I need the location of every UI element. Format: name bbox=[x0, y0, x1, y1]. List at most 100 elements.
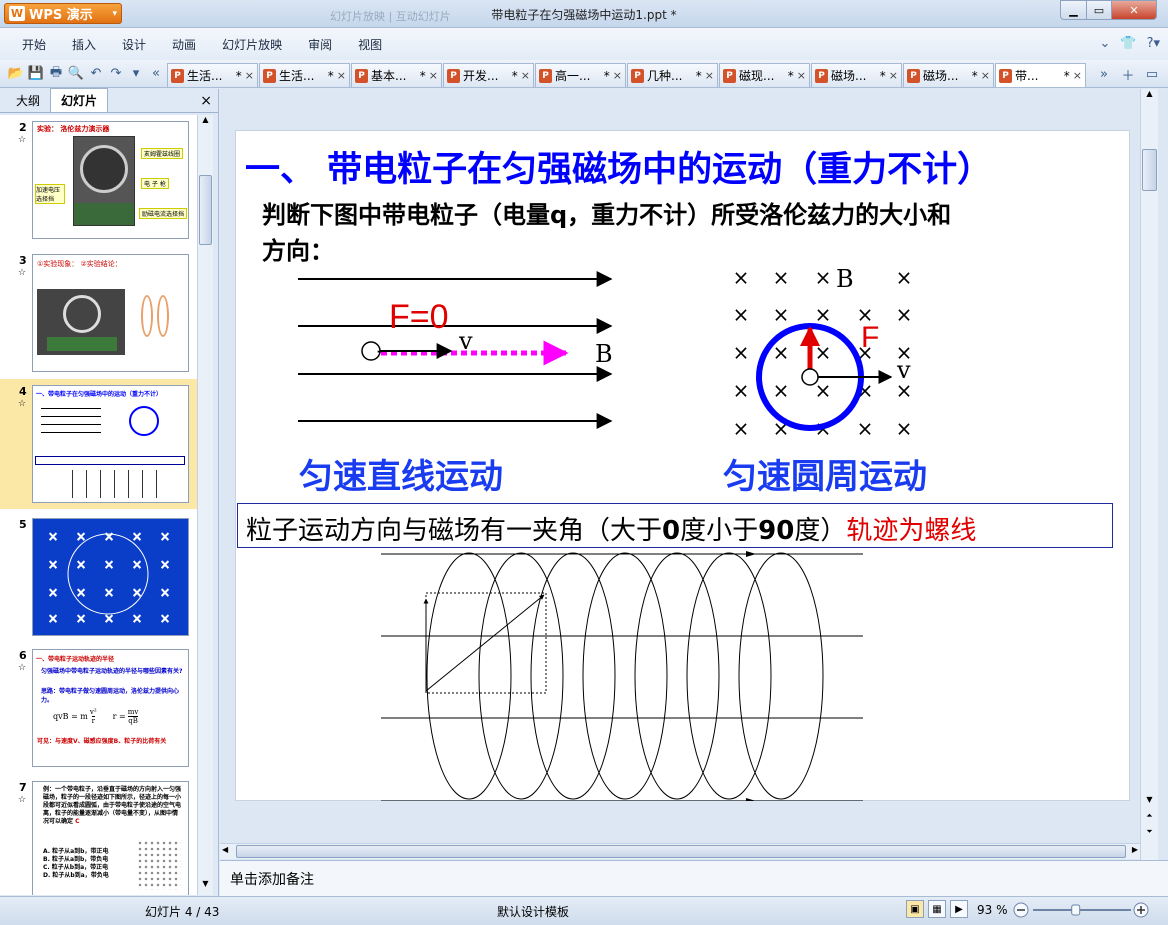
maximize-button[interactable]: ▭ bbox=[1086, 0, 1112, 20]
new-tab-icon[interactable]: ＋ bbox=[1118, 64, 1138, 84]
tab-outline[interactable]: 大纲 bbox=[6, 89, 50, 112]
thumbnail-row-2[interactable]: 2 ☆ 实验： 洛伦兹力演示器 亥姆霍兹线圈 电 子 枪 加速电压选择挡 励磁电… bbox=[0, 115, 197, 245]
close-tab-icon[interactable]: × bbox=[705, 69, 714, 82]
print-preview-icon[interactable]: 🔍 bbox=[66, 64, 86, 84]
minimize-button[interactable]: ▁ bbox=[1060, 0, 1087, 20]
tabs-right-icon[interactable]: » bbox=[1094, 64, 1114, 84]
thumbnail-row-4[interactable]: 4 ☆ 一、带电粒子在匀强磁场中的运动（重力不计） bbox=[0, 379, 197, 509]
slide-sorter-icon[interactable]: ▦ bbox=[928, 900, 946, 918]
slide-thumbnail[interactable]: 实验： 洛伦兹力演示器 亥姆霍兹线圈 电 子 枪 加速电压选择挡 励磁电流选择挡 bbox=[32, 121, 189, 239]
menu-home[interactable]: 开始 bbox=[0, 36, 59, 53]
open-icon[interactable]: 📂 bbox=[6, 64, 26, 84]
animation-star-icon: ☆ bbox=[18, 268, 27, 278]
thumbnail-row-5[interactable]: 5 × × × × × × × × × × × × × × × × × × × × bbox=[0, 512, 197, 642]
scroll-thumb[interactable] bbox=[236, 845, 1126, 858]
close-tab-icon[interactable]: × bbox=[797, 69, 806, 82]
close-panel-icon[interactable]: × bbox=[200, 93, 212, 109]
ppt-file-icon: P bbox=[999, 68, 1012, 83]
collapse-ribbon-icon[interactable]: ⌄ bbox=[1099, 36, 1110, 51]
slide-thumbnail[interactable]: ①实验现象： ②实验结论： bbox=[32, 254, 189, 372]
scroll-down-icon[interactable]: ▼ bbox=[1141, 795, 1158, 809]
option-c: C. 粒子从b到a，带正电 bbox=[43, 864, 109, 871]
document-tab[interactable]: P 磁场... * × bbox=[903, 63, 994, 87]
question-line-2[interactable]: 方向： bbox=[262, 231, 334, 266]
close-tab-icon[interactable]: × bbox=[613, 69, 622, 82]
field-crosses: × × × ×× × × × ×× × × × ×× × × × ×× × × × × bbox=[733, 266, 913, 440]
zoom-slider[interactable] bbox=[1013, 901, 1151, 919]
scroll-left-icon[interactable]: ◀ bbox=[222, 845, 228, 854]
slide-thumbnail[interactable]: 一、带电粒子在匀强磁场中的运动（重力不计） bbox=[32, 385, 189, 503]
document-tab[interactable]: P 开发... * × bbox=[443, 63, 534, 87]
formula-fraction: mv qB bbox=[128, 708, 139, 725]
thumbnail-row-3[interactable]: 3 ☆ ①实验现象： ②实验结论： bbox=[0, 248, 197, 378]
document-tab[interactable]: P 几种... * × bbox=[627, 63, 718, 87]
skin-icon[interactable]: 👕 bbox=[1120, 36, 1136, 51]
menu-view[interactable]: 视图 bbox=[345, 36, 395, 53]
slide-thumbnail[interactable]: 一、带电粒子运动轨迹的半径 匀强磁场中带电粒子运动轨迹的半径与哪些因素有关? 思… bbox=[32, 649, 189, 767]
question-line-1[interactable]: 判断下图中带电粒子（电量q，重力不计）所受洛伦兹力的大小和 bbox=[262, 195, 951, 230]
customize-icon[interactable]: ▾ bbox=[126, 64, 146, 84]
next-slide-icon[interactable]: ⏷ bbox=[1141, 827, 1158, 841]
tab-list-icon[interactable]: ▭ bbox=[1142, 64, 1162, 84]
document-tab[interactable]: P 磁现... * × bbox=[719, 63, 810, 87]
scroll-thumb[interactable] bbox=[1142, 149, 1157, 191]
tab-slides[interactable]: 幻灯片 bbox=[50, 88, 109, 112]
slide-panel: 大纲 幻灯片 × 2 ☆ 实验： 洛伦兹力演示器 亥姆霍兹线圈 电 子 枪 加速… bbox=[0, 88, 219, 896]
close-window-button[interactable]: ✕ bbox=[1111, 0, 1157, 20]
slide-thumbnail[interactable]: × × × × × × × × × × × × × × × × × × × × bbox=[32, 518, 189, 636]
slideshow-icon[interactable]: ▶ bbox=[950, 900, 968, 918]
charge-sign: - bbox=[377, 344, 382, 358]
velocity-label: v bbox=[459, 327, 473, 355]
close-tab-icon[interactable]: × bbox=[1073, 69, 1082, 82]
close-tab-icon[interactable]: × bbox=[981, 69, 990, 82]
close-tab-icon[interactable]: × bbox=[245, 69, 254, 82]
thumb-label: 加速电压选择挡 bbox=[35, 184, 65, 204]
template-name[interactable]: 默认设计模板 bbox=[497, 903, 569, 920]
undo-icon[interactable]: ↶ bbox=[86, 64, 106, 84]
close-tab-icon[interactable]: × bbox=[337, 69, 346, 82]
document-tab[interactable]: P 生活... * × bbox=[167, 63, 258, 87]
menu-animation[interactable]: 动画 bbox=[159, 36, 209, 53]
print-icon[interactable]: 🖶 bbox=[46, 64, 66, 84]
scroll-up-icon[interactable]: ▲ bbox=[198, 115, 213, 131]
label-circular-motion[interactable]: 匀速圆周运动 bbox=[723, 449, 927, 498]
close-tab-icon[interactable]: × bbox=[889, 69, 898, 82]
close-tab-icon[interactable]: × bbox=[521, 69, 530, 82]
slide-horizontal-scrollbar[interactable]: ◀ ▶ bbox=[220, 843, 1140, 859]
slide-vertical-scrollbar[interactable]: ▲ ▼ ⏶ ⏷ bbox=[1140, 89, 1158, 860]
tabs-left-icon[interactable]: « bbox=[146, 64, 166, 84]
scroll-right-icon[interactable]: ▶ bbox=[1132, 845, 1138, 854]
thumbnail-row-6[interactable]: 6 ☆ 一、带电粒子运动轨迹的半径 匀强磁场中带电粒子运动轨迹的半径与哪些因素有… bbox=[0, 643, 197, 773]
thumbnail-scrollbar[interactable]: ▲ ▼ bbox=[197, 115, 213, 895]
scroll-up-icon[interactable]: ▲ bbox=[1141, 89, 1158, 105]
help-icon[interactable]: ?▾ bbox=[1147, 36, 1160, 51]
slide-thumbnail[interactable]: 例：一个带电粒子，沿垂直于磁场的方向射入一匀强磁场，粒子的一段径迹如下图所示，径… bbox=[32, 781, 189, 895]
perpendicular-field-diagram[interactable]: × × × ×× × × × ×× × × × ×× × × × ×× × × × × bbox=[726, 259, 936, 440]
scroll-thumb[interactable] bbox=[199, 175, 212, 245]
modified-mark: * bbox=[879, 68, 886, 83]
menu-slideshow[interactable]: 幻灯片放映 bbox=[209, 36, 295, 53]
redo-icon[interactable]: ↷ bbox=[106, 64, 126, 84]
thumbnail-number: 7 bbox=[19, 781, 27, 794]
normal-view-icon[interactable]: ▣ bbox=[906, 900, 924, 918]
scroll-down-icon[interactable]: ▼ bbox=[198, 879, 213, 895]
document-tab[interactable]: P 基本... * × bbox=[351, 63, 442, 87]
document-tab[interactable]: P 高一... * × bbox=[535, 63, 626, 87]
thumbnail-row-7[interactable]: 7 ☆ 例：一个带电粒子，沿垂直于磁场的方向射入一匀强磁场，粒子的一段径迹如下图… bbox=[0, 775, 197, 895]
close-tab-icon[interactable]: × bbox=[429, 69, 438, 82]
slide-heading[interactable]: 一、 带电粒子在匀强磁场中的运动（重力不计） bbox=[245, 141, 992, 192]
notes-pane[interactable]: 单击添加备注 bbox=[220, 860, 1168, 896]
label-linear-motion[interactable]: 匀速直线运动 bbox=[299, 449, 503, 498]
save-icon[interactable]: 💾 bbox=[26, 64, 46, 84]
slide-canvas[interactable]: 一、 带电粒子在匀强磁场中的运动（重力不计） 判断下图中带电粒子（电量q，重力不… bbox=[235, 130, 1130, 801]
menu-review[interactable]: 审阅 bbox=[295, 36, 345, 53]
document-tab[interactable]: P 生活... * × bbox=[259, 63, 350, 87]
menu-insert[interactable]: 插入 bbox=[59, 36, 109, 53]
menu-design[interactable]: 设计 bbox=[109, 36, 159, 53]
prev-slide-icon[interactable]: ⏶ bbox=[1141, 811, 1158, 825]
document-tab[interactable]: P 磁场... * × bbox=[811, 63, 902, 87]
helix-description-box[interactable]: 粒子运动方向与磁场有一夹角（大于0度小于90度）轨迹为螺线 bbox=[237, 503, 1113, 548]
modified-mark: * bbox=[787, 68, 794, 83]
helix-diagram[interactable] bbox=[376, 551, 876, 801]
document-tab[interactable]: P 带... * × bbox=[995, 63, 1086, 87]
